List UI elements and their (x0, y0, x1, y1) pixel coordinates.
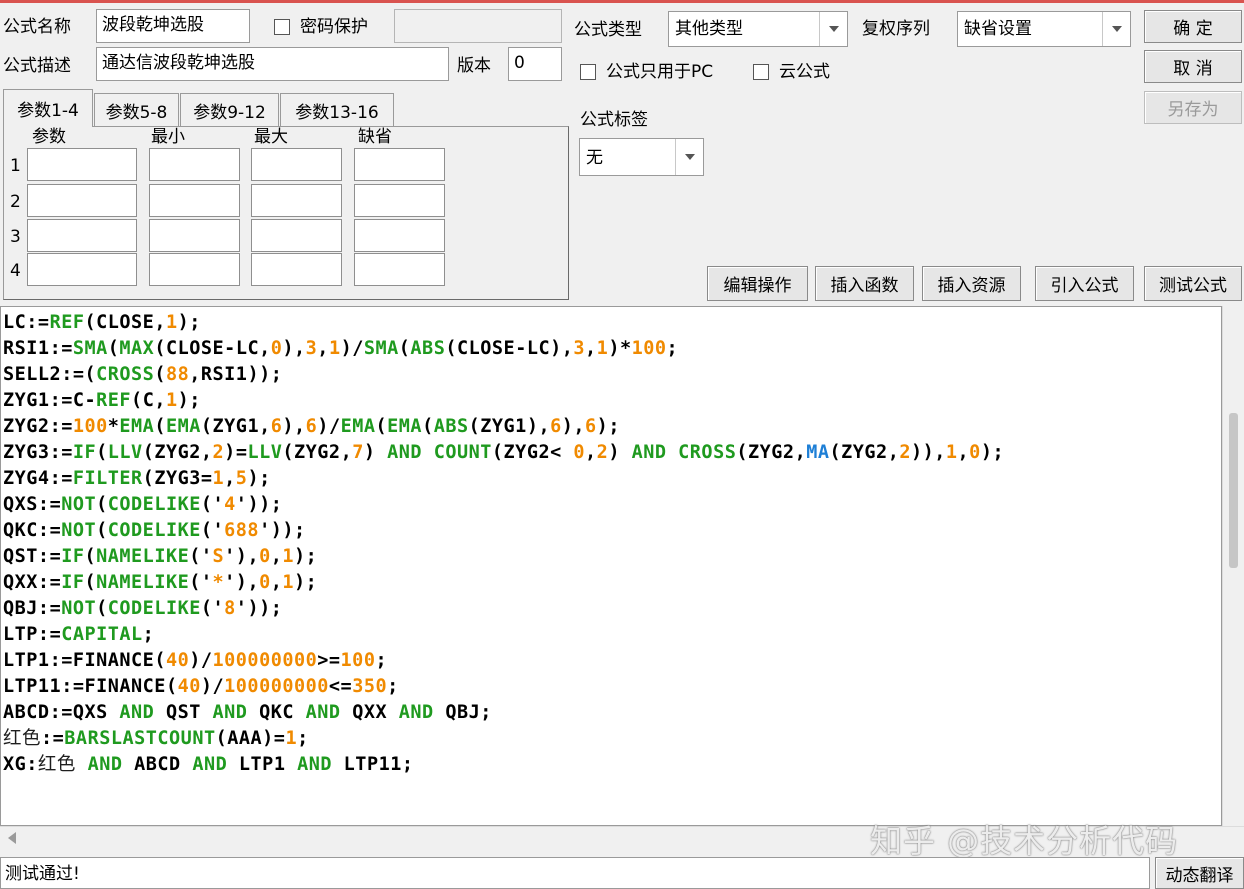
version-label: 版本 (457, 56, 491, 76)
formula-name-input[interactable]: 波段乾坤选股 (96, 9, 250, 43)
code-line: 红色:=BARSLASTCOUNT(AAA)=1; (3, 728, 309, 749)
code-line: RSI1:=SMA(MAX(CLOSE-LC,0),3,1)/SMA(ABS(C… (3, 338, 679, 359)
checkbox-icon[interactable] (580, 64, 596, 80)
code-line: ABCD:=QXS AND QST AND QKC AND QXX AND QB… (3, 702, 492, 723)
code-line: QST:=IF(NAMELIKE('S'),0,1); (3, 546, 318, 567)
watermark-text: 知乎 @技术分析代码 (870, 822, 1179, 860)
code-line: ZYG1:=C-REF(C,1); (3, 390, 201, 411)
code-line: LTP11:=FINANCE(40)/100000000<=350; (3, 676, 399, 697)
param-max-input[interactable] (251, 219, 342, 252)
code-line: LTP1:=FINANCE(40)/100000000>=100; (3, 650, 388, 671)
param-col-default: 缺省 (358, 127, 392, 147)
rights-sequence-label: 复权序列 (862, 19, 930, 39)
formula-tags-label: 公式标签 (580, 110, 648, 130)
param-col-max: 最大 (254, 127, 288, 147)
test-formula-button[interactable]: 测试公式 (1144, 266, 1242, 301)
password-protect-checkbox[interactable]: 密码保护 (274, 15, 368, 39)
code-line: LC:=REF(CLOSE,1); (3, 312, 201, 333)
insert-resource-button[interactable]: 插入资源 (922, 266, 1021, 301)
ok-button[interactable]: 确 定 (1144, 10, 1242, 43)
formula-type-label: 公式类型 (574, 20, 642, 40)
pc-only-label: 公式只用于PC (606, 62, 714, 82)
code-line: ZYG4:=FILTER(ZYG3=1,5); (3, 468, 271, 489)
tab-params-1-4[interactable]: 参数1-4 (3, 89, 93, 127)
param-min-input[interactable] (149, 219, 240, 252)
formula-type-select[interactable]: 其他类型 (668, 11, 848, 47)
version-input[interactable]: 0 (508, 47, 562, 81)
edit-operations-button[interactable]: 编辑操作 (707, 266, 808, 301)
code-text[interactable]: LC:=REF(CLOSE,1); RSI1:=SMA(MAX(CLOSE-LC,… (3, 310, 1004, 778)
param-default-input[interactable] (354, 253, 445, 286)
password-input (394, 9, 562, 43)
formula-name-label: 公式名称 (3, 17, 71, 37)
formula-tags-value: 无 (586, 148, 603, 168)
dropdown-arrow-icon[interactable] (675, 139, 703, 175)
code-line: QXX:=IF(NAMELIKE('*'),0,1); (3, 572, 318, 593)
param-row-number: 4 (10, 261, 21, 281)
code-line: XG:红色 AND ABCD AND LTP1 AND LTP11; (3, 754, 414, 775)
formula-desc-input[interactable]: 通达信波段乾坤选股 (96, 47, 449, 81)
vertical-scroll-thumb[interactable] (1229, 413, 1238, 568)
param-name-input[interactable] (27, 184, 137, 217)
code-editor[interactable]: LC:=REF(CLOSE,1); RSI1:=SMA(MAX(CLOSE-LC,… (0, 306, 1222, 826)
tab-params-13-16[interactable]: 参数13-16 (280, 93, 394, 126)
param-col-min: 最小 (151, 127, 185, 147)
param-default-input[interactable] (354, 148, 445, 181)
pc-only-checkbox[interactable]: 公式只用于PC (580, 60, 713, 84)
password-protect-label: 密码保护 (300, 17, 368, 37)
tab-params-5-8[interactable]: 参数5-8 (94, 93, 179, 126)
cloud-formula-label: 云公式 (779, 62, 830, 82)
formula-desc-label: 公式描述 (3, 56, 71, 76)
param-row-number: 2 (10, 192, 21, 212)
param-row-number: 3 (10, 227, 21, 247)
param-default-input[interactable] (354, 184, 445, 217)
param-max-input[interactable] (251, 184, 342, 217)
code-line: SELL2:=(CROSS(88,RSI1)); (3, 364, 283, 385)
code-line: QXS:=NOT(CODELIKE('4')); (3, 494, 283, 515)
status-message: 测试通过! (0, 857, 1150, 889)
code-line: QBJ:=NOT(CODELIKE('8')); (3, 598, 283, 619)
code-line: ZYG2:=100*EMA(EMA(ZYG1,6),6)/EMA(EMA(ABS… (3, 416, 620, 437)
param-name-input[interactable] (27, 253, 137, 286)
param-min-input[interactable] (149, 253, 240, 286)
param-name-input[interactable] (27, 219, 137, 252)
import-formula-button[interactable]: 引入公式 (1035, 266, 1134, 301)
checkbox-icon[interactable] (274, 19, 290, 35)
param-min-input[interactable] (149, 184, 240, 217)
cloud-formula-checkbox[interactable]: 云公式 (753, 60, 830, 84)
formula-tags-select[interactable]: 无 (579, 138, 704, 176)
param-default-input[interactable] (354, 219, 445, 252)
code-line: LTP:=CAPITAL; (3, 624, 155, 645)
dropdown-arrow-icon[interactable] (819, 12, 847, 46)
cancel-button[interactable]: 取 消 (1144, 50, 1242, 83)
save-as-button: 另存为 (1144, 91, 1242, 124)
tab-params-9-12[interactable]: 参数9-12 (180, 93, 279, 126)
dropdown-arrow-icon[interactable] (1102, 12, 1130, 46)
scroll-left-arrow-icon[interactable] (8, 832, 16, 844)
param-row-number: 1 (10, 156, 21, 176)
param-max-input[interactable] (251, 148, 342, 181)
param-min-input[interactable] (149, 148, 240, 181)
formula-type-value: 其他类型 (675, 19, 743, 39)
param-max-input[interactable] (251, 253, 342, 286)
insert-function-button[interactable]: 插入函数 (815, 266, 914, 301)
code-line: QKC:=NOT(CODELIKE('688')); (3, 520, 306, 541)
window-top-accent (0, 0, 1244, 3)
param-col-name: 参数 (32, 127, 66, 147)
rights-sequence-select[interactable]: 缺省设置 (957, 11, 1131, 47)
dynamic-translate-button[interactable]: 动态翻译 (1155, 857, 1244, 889)
rights-sequence-value: 缺省设置 (964, 19, 1032, 39)
code-line: ZYG3:=IF(LLV(ZYG2,2)=LLV(ZYG2,7) AND COU… (3, 442, 1005, 463)
param-name-input[interactable] (27, 148, 137, 181)
checkbox-icon[interactable] (753, 64, 769, 80)
